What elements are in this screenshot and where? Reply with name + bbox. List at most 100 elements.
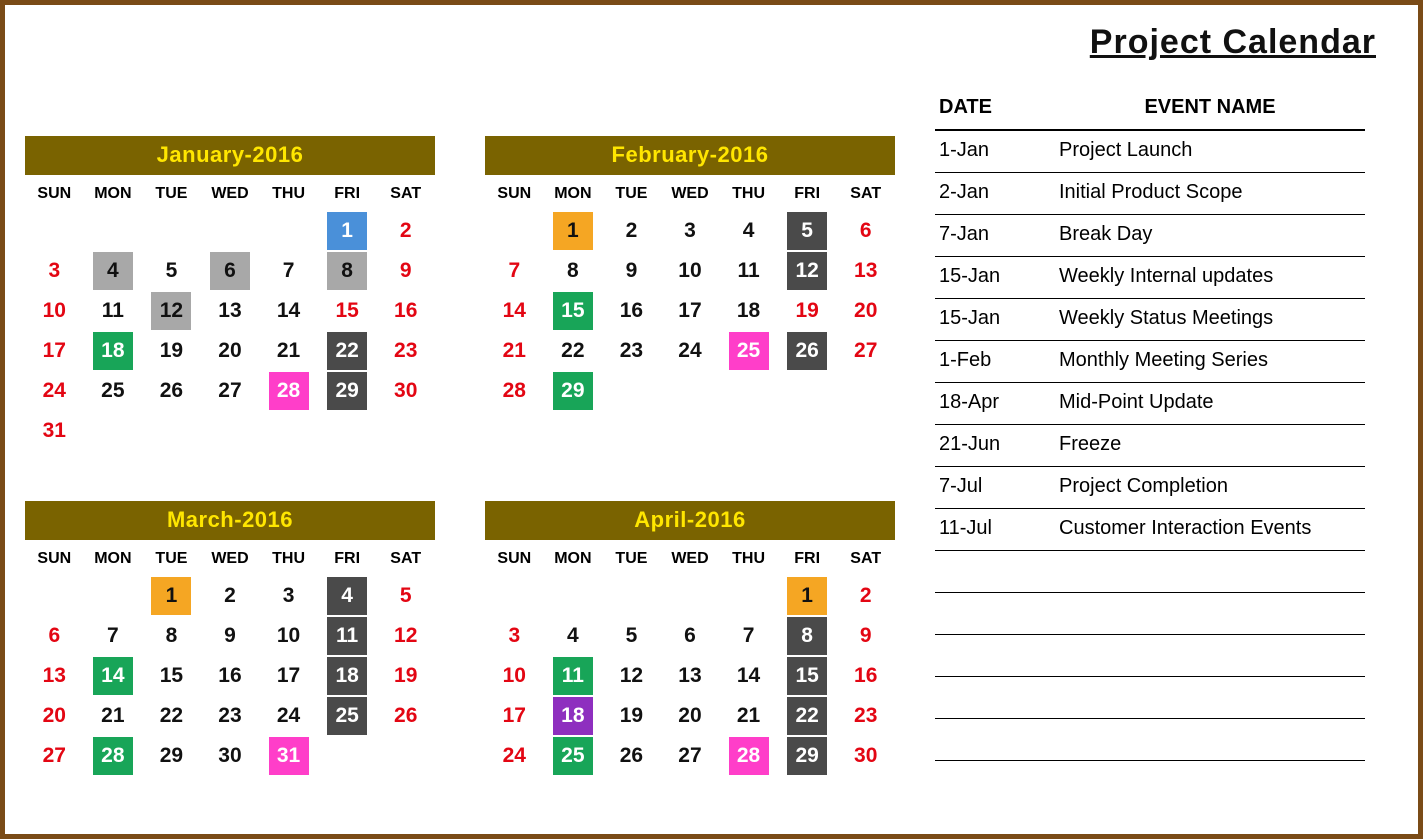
day-cell: 29 (142, 736, 201, 776)
week-row: 21222324252627 (485, 331, 895, 371)
event-name (1059, 643, 1361, 668)
event-row (935, 635, 1365, 677)
dow-label: SAT (376, 175, 435, 211)
day-number: 4 (93, 252, 133, 290)
day-number: 24 (34, 372, 74, 410)
day-cell: 20 (661, 696, 720, 736)
day-cell: 9 (201, 616, 260, 656)
day-number: 24 (494, 737, 534, 775)
dow-label: FRI (318, 540, 377, 576)
day-cell: 3 (259, 576, 318, 616)
dow-label: THU (719, 175, 778, 211)
week-row: 3456789 (25, 251, 435, 291)
day-cell: 28 (84, 736, 143, 776)
day-cell: 17 (485, 696, 544, 736)
day-cell: 15 (318, 291, 377, 331)
day-cell: 2 (376, 211, 435, 251)
day-cell: 19 (376, 656, 435, 696)
day-number: 2 (846, 577, 886, 615)
day-cell (719, 576, 778, 616)
event-name (1059, 559, 1361, 584)
dow-label: FRI (778, 540, 837, 576)
day-cell (142, 211, 201, 251)
event-name (1059, 601, 1361, 626)
dow-label: THU (719, 540, 778, 576)
day-cell: 2 (201, 576, 260, 616)
day-cell: 11 (318, 616, 377, 656)
dow-label: SAT (836, 540, 895, 576)
events-header-date: DATE (939, 96, 1059, 119)
day-cell (485, 576, 544, 616)
day-cell: 26 (602, 736, 661, 776)
day-number: 18 (93, 332, 133, 370)
event-name: Monthly Meeting Series (1059, 349, 1361, 374)
day-number: 8 (553, 252, 593, 290)
day-cell: 24 (259, 696, 318, 736)
day-cell: 13 (836, 251, 895, 291)
event-date (939, 643, 1059, 668)
event-date: 1-Jan (939, 139, 1059, 164)
day-number: 25 (553, 737, 593, 775)
day-number: 3 (269, 577, 309, 615)
day-number: 22 (553, 332, 593, 370)
day-cell: 15 (142, 656, 201, 696)
month-block: January-2016SUNMONTUEWEDTHUFRISAT1234567… (25, 136, 435, 451)
day-cell (485, 211, 544, 251)
day-cell: 18 (544, 696, 603, 736)
dow-row: SUNMONTUEWEDTHUFRISAT (25, 540, 435, 576)
event-date: 7-Jan (939, 223, 1059, 248)
day-cell: 21 (259, 331, 318, 371)
day-cell: 22 (142, 696, 201, 736)
day-number: 15 (327, 292, 367, 330)
day-number: 1 (151, 577, 191, 615)
day-number: 5 (787, 212, 827, 250)
day-number: 19 (151, 332, 191, 370)
day-cell: 12 (602, 656, 661, 696)
day-cell: 8 (778, 616, 837, 656)
dow-label: THU (259, 540, 318, 576)
day-cell: 21 (719, 696, 778, 736)
day-number: 10 (670, 252, 710, 290)
day-cell: 14 (719, 656, 778, 696)
day-cell: 16 (836, 656, 895, 696)
day-number: 26 (611, 737, 651, 775)
day-number: 17 (269, 657, 309, 695)
dow-label: WED (201, 540, 260, 576)
day-number: 12 (787, 252, 827, 290)
day-number: 24 (670, 332, 710, 370)
day-cell: 29 (318, 371, 377, 411)
day-number: 13 (34, 657, 74, 695)
day-number: 27 (34, 737, 74, 775)
day-number: 21 (729, 697, 769, 735)
day-number: 22 (327, 332, 367, 370)
event-row: 7-JanBreak Day (935, 215, 1365, 257)
day-cell (142, 411, 201, 451)
event-date (939, 559, 1059, 584)
day-cell (25, 576, 84, 616)
day-cell (602, 576, 661, 616)
day-number: 1 (327, 212, 367, 250)
week-row: 24252627282930 (25, 371, 435, 411)
dow-row: SUNMONTUEWEDTHUFRISAT (485, 175, 895, 211)
day-number: 31 (34, 412, 74, 450)
day-number: 24 (269, 697, 309, 735)
day-number: 13 (210, 292, 250, 330)
event-date: 11-Jul (939, 517, 1059, 542)
week-row: 12 (485, 576, 895, 616)
day-cell: 3 (485, 616, 544, 656)
day-cell: 19 (778, 291, 837, 331)
dow-label: TUE (602, 540, 661, 576)
dow-label: MON (84, 540, 143, 576)
week-row: 3456789 (485, 616, 895, 656)
day-cell: 21 (485, 331, 544, 371)
day-number: 6 (34, 617, 74, 655)
day-cell: 11 (544, 656, 603, 696)
day-cell: 4 (544, 616, 603, 656)
day-cell: 17 (259, 656, 318, 696)
day-number: 12 (386, 617, 426, 655)
day-number: 16 (611, 292, 651, 330)
event-name: Freeze (1059, 433, 1361, 458)
day-cell: 13 (201, 291, 260, 331)
day-cell: 17 (661, 291, 720, 331)
day-cell (836, 371, 895, 411)
